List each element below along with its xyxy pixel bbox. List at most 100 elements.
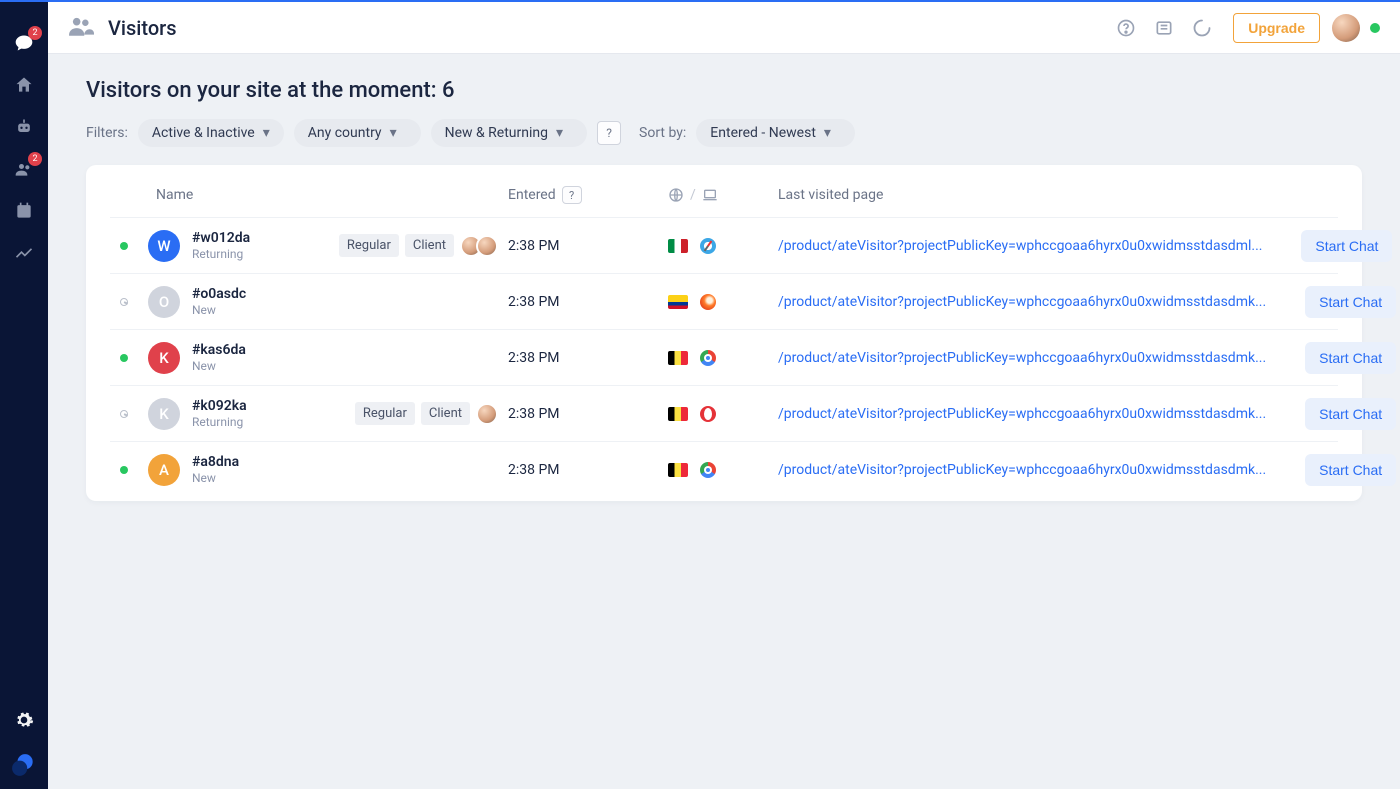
- row-url-cell: /product/ateVisitor?projectPublicKey=wph…: [778, 350, 1266, 366]
- topbar: Visitors Upgrade: [48, 0, 1400, 54]
- filters-help[interactable]: ?: [597, 121, 621, 145]
- start-chat-button[interactable]: Start Chat: [1305, 454, 1396, 486]
- row-name-cell: O#o0asdcNew: [148, 286, 498, 318]
- rail-analytics[interactable]: [0, 232, 48, 274]
- row-status: [110, 354, 138, 362]
- table-row: W#w012daReturningRegularClient2:38 PM/pr…: [110, 217, 1338, 273]
- rail-chat-badge: 2: [28, 26, 42, 40]
- visitor-type: New: [192, 471, 239, 485]
- row-name-cell: K#k092kaReturningRegularClient: [148, 398, 498, 430]
- flag-be-icon: [668, 463, 688, 477]
- table-row: K#k092kaReturningRegularClient2:38 PM/pr…: [110, 385, 1338, 441]
- browser-safari-icon: [700, 238, 716, 254]
- tag-regular: Regular: [355, 402, 415, 425]
- tag-client: Client: [421, 402, 470, 425]
- home-icon: [14, 75, 34, 95]
- chevron-down-icon: ▾: [556, 125, 563, 141]
- start-chat-button[interactable]: Start Chat: [1305, 398, 1396, 430]
- col-origin: /: [668, 187, 768, 203]
- news-icon: [1154, 18, 1174, 38]
- visitor-type: Returning: [192, 415, 247, 429]
- visitor-type: New: [192, 303, 246, 317]
- heading-prefix: Visitors on your site at the moment:: [86, 78, 442, 103]
- side-rail: 2 2: [0, 0, 48, 789]
- visitor-type: New: [192, 359, 246, 373]
- row-url-cell: /product/ateVisitor?projectPublicKey=wph…: [778, 406, 1266, 422]
- filter-bar: Filters: Active & Inactive ▾ Any country…: [86, 119, 1362, 147]
- row-entered: 2:38 PM: [508, 462, 658, 478]
- row-origin: [668, 350, 768, 366]
- start-chat-button[interactable]: Start Chat: [1301, 230, 1392, 262]
- filter-status[interactable]: Active & Inactive ▾: [138, 119, 284, 147]
- refresh-button[interactable]: [1187, 13, 1217, 43]
- browser-firefox-icon: [700, 294, 716, 310]
- visited-page-link[interactable]: /product/ateVisitor?projectPublicKey=wph…: [778, 350, 1266, 366]
- row-url-cell: /product/ateVisitor?projectPublicKey=wph…: [778, 238, 1262, 254]
- row-name-cell: W#w012daReturningRegularClient: [148, 230, 498, 262]
- row-status: [110, 466, 138, 474]
- col-page: Last visited page: [778, 187, 1208, 203]
- status-online-icon: [120, 354, 128, 362]
- main-area: Visitors Upgrade Visitors on your site a…: [48, 0, 1400, 789]
- entered-help[interactable]: ?: [562, 186, 582, 204]
- gear-icon: [14, 710, 34, 730]
- sort-label: Sort by:: [639, 125, 686, 141]
- start-chat-button[interactable]: Start Chat: [1305, 342, 1396, 374]
- filter-returning[interactable]: New & Returning ▾: [431, 119, 587, 147]
- visitor-avatar: K: [148, 342, 180, 374]
- status-online-icon: [120, 242, 128, 250]
- visitor-avatar: A: [148, 454, 180, 486]
- sort-select[interactable]: Entered - Newest ▾: [696, 119, 855, 147]
- visitor-type: Returning: [192, 247, 250, 261]
- user-status-dot: [1370, 23, 1380, 33]
- visitor-avatar: K: [148, 398, 180, 430]
- spinner-icon: [1192, 18, 1212, 38]
- rail-chat[interactable]: 2: [0, 22, 48, 64]
- row-entered: 2:38 PM: [508, 294, 658, 310]
- visitor-id: #w012da: [192, 230, 250, 247]
- logo-icon: [11, 752, 37, 778]
- help-circle-icon: [1116, 18, 1136, 38]
- row-name-cell: A #a8dnaNew: [148, 454, 498, 486]
- visited-page-link[interactable]: /product/ateVisitor?projectPublicKey=wph…: [778, 294, 1266, 310]
- rail-calendar[interactable]: [0, 190, 48, 232]
- rail-contacts[interactable]: 2: [0, 148, 48, 190]
- row-tags: RegularClient: [339, 234, 498, 257]
- col-name: Name: [148, 187, 498, 203]
- filter-country[interactable]: Any country ▾: [294, 119, 421, 147]
- visitor-id: #o0asdc: [192, 286, 246, 303]
- operator-avatars: [460, 235, 498, 257]
- help-button[interactable]: [1111, 13, 1141, 43]
- chevron-down-icon: ▾: [824, 125, 831, 141]
- row-status: [110, 242, 138, 250]
- contact-card-icon: [14, 201, 34, 221]
- flag-co-icon: [668, 295, 688, 309]
- row-entered: 2:38 PM: [508, 350, 658, 366]
- filter-country-label: Any country: [308, 125, 382, 141]
- news-button[interactable]: [1149, 13, 1179, 43]
- visitor-id: #kas6da: [192, 342, 246, 359]
- upgrade-button[interactable]: Upgrade: [1233, 13, 1320, 43]
- rail-home[interactable]: [0, 64, 48, 106]
- filter-status-label: Active & Inactive: [152, 125, 255, 141]
- row-origin: [668, 294, 768, 310]
- row-origin: [668, 462, 768, 478]
- table-row: A #a8dnaNew 2:38 PM/product/ateVisitor?pro…: [110, 441, 1338, 497]
- user-avatar[interactable]: [1332, 14, 1360, 42]
- visited-page-link[interactable]: /product/ateVisitor?projectPublicKey=wph…: [778, 238, 1262, 254]
- flag-be-icon: [668, 407, 688, 421]
- rail-bots[interactable]: [0, 106, 48, 148]
- chevron-down-icon: ▾: [390, 125, 397, 141]
- visited-page-link[interactable]: /product/ateVisitor?projectPublicKey=wph…: [778, 462, 1266, 478]
- globe-icon: [668, 187, 684, 203]
- filter-returning-label: New & Returning: [445, 125, 548, 141]
- row-tags: Regular Client: [355, 402, 498, 425]
- start-chat-button[interactable]: Start Chat: [1305, 286, 1396, 318]
- visitor-id: #a8dna: [192, 454, 239, 471]
- row-origin: [668, 406, 768, 422]
- table-row: O#o0asdcNew 2:38 PM/product/ateVisitor?pr…: [110, 273, 1338, 329]
- rail-settings[interactable]: [0, 699, 48, 741]
- visited-page-link[interactable]: /product/ateVisitor?projectPublicKey=wph…: [778, 406, 1266, 422]
- row-url-cell: /product/ateVisitor?projectPublicKey=wph…: [778, 462, 1266, 478]
- row-entered: 2:38 PM: [508, 406, 658, 422]
